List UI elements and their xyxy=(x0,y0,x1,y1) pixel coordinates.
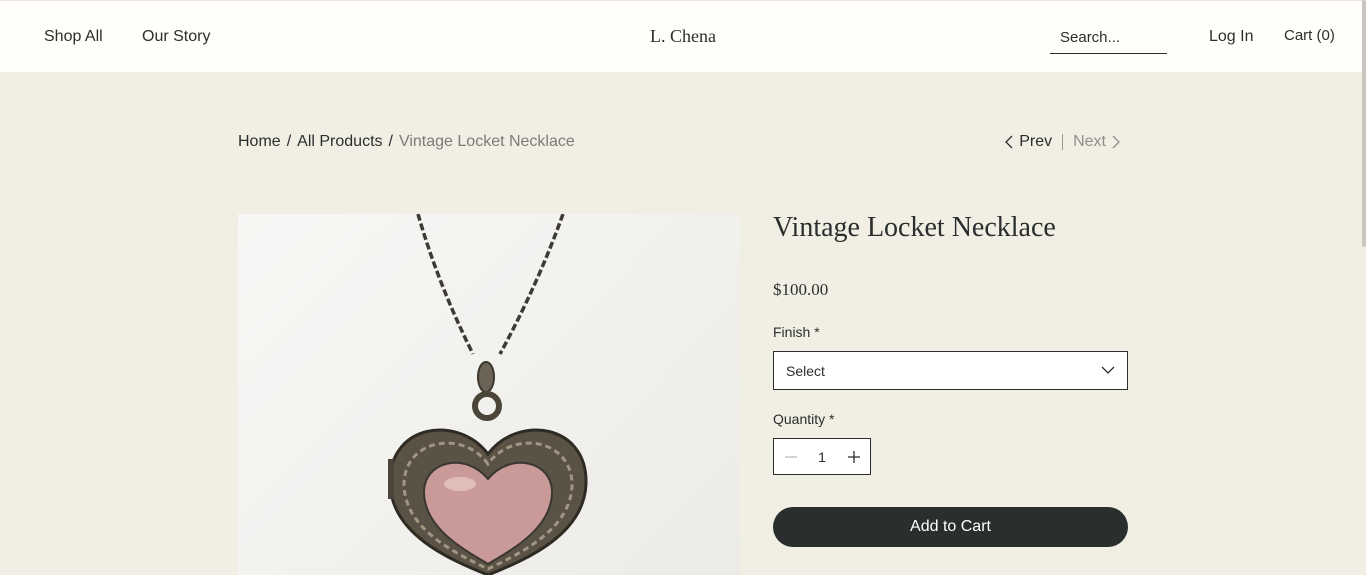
decrement-button[interactable] xyxy=(774,439,807,474)
minus-icon xyxy=(784,455,797,458)
search-input[interactable] xyxy=(1050,27,1167,46)
locket-illustration xyxy=(388,214,588,575)
search-field[interactable] xyxy=(1050,27,1167,54)
finish-label: Finish * xyxy=(773,324,820,340)
product-title: Vintage Locket Necklace xyxy=(773,212,1056,243)
chevron-down-icon xyxy=(1101,363,1115,380)
product-image[interactable] xyxy=(238,214,740,575)
product-pager: Prev Next xyxy=(999,133,1126,151)
increment-button[interactable] xyxy=(837,439,870,474)
add-to-cart-button[interactable]: Add to Cart xyxy=(773,507,1128,547)
finish-select[interactable]: Select xyxy=(773,351,1128,390)
pager-divider xyxy=(1062,134,1064,150)
cart-link[interactable]: Cart (0) xyxy=(1284,27,1335,44)
quantity-stepper: 1 xyxy=(773,438,871,475)
breadcrumb-current: Vintage Locket Necklace xyxy=(398,133,575,150)
breadcrumb-separator: / xyxy=(286,133,292,150)
chevron-left-icon xyxy=(1005,135,1013,149)
next-button[interactable]: Next xyxy=(1073,133,1126,151)
next-label: Next xyxy=(1073,133,1106,150)
prev-label: Prev xyxy=(1019,133,1053,150)
prev-button[interactable]: Prev xyxy=(999,133,1052,151)
quantity-label: Quantity * xyxy=(773,411,835,427)
plus-icon xyxy=(847,450,860,463)
breadcrumb-home[interactable]: Home xyxy=(238,133,281,150)
breadcrumb: Home / All Products / Vintage Locket Necklac… xyxy=(238,133,575,151)
finish-select-value: Select xyxy=(786,362,825,379)
breadcrumb-separator: / xyxy=(388,133,393,150)
scrollbar-thumb[interactable] xyxy=(1362,0,1366,247)
login-link[interactable]: Log In xyxy=(1209,28,1253,46)
site-header: Shop All Our Story L. Chena Log In Cart … xyxy=(0,0,1366,72)
breadcrumb-all-products[interactable]: All Products xyxy=(297,133,382,150)
quantity-value[interactable]: 1 xyxy=(807,449,837,465)
product-price: $100.00 xyxy=(773,280,829,299)
scrollbar[interactable] xyxy=(1362,0,1366,575)
chevron-right-icon xyxy=(1112,135,1120,149)
